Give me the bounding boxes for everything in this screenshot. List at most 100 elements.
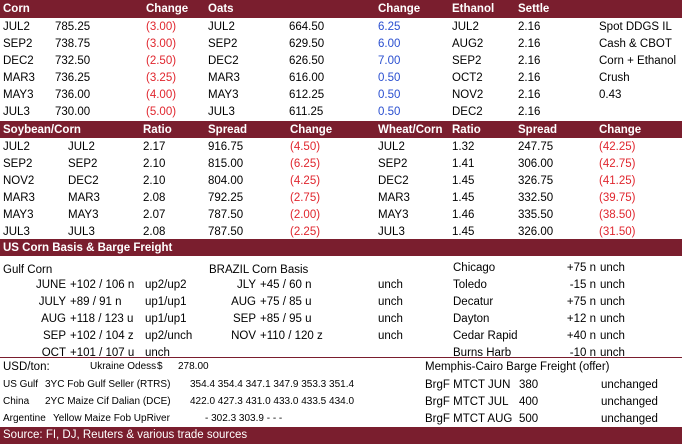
soy-month: NOV2 [3, 175, 35, 187]
basis-header: US Corn Basis & Barge Freight [0, 239, 682, 256]
col-soycorn: Soybean/Corn [3, 124, 81, 136]
divider [0, 357, 682, 358]
oats-change: 6.25 [378, 21, 401, 33]
wheatcorn-change: (42.75) [599, 158, 636, 170]
wheatcorn-change: (39.75) [599, 192, 636, 204]
ukraine-value: 278.00 [178, 361, 209, 372]
col-ethanol: Ethanol [452, 3, 495, 15]
corn-month: SEP2 [68, 158, 98, 170]
ddgs-note: Cash & CBOT [599, 38, 672, 50]
interior-location: Toledo [453, 279, 487, 291]
oats-price: 612.25 [289, 89, 325, 101]
brazil-month: JLY [237, 279, 256, 291]
soycorn-change: (4.25) [290, 175, 321, 187]
basis-title: US Corn Basis & Barge Freight [3, 242, 173, 254]
fob-origin: Argentine [3, 413, 46, 424]
interior-location: Dayton [453, 313, 490, 325]
wheatcorn-ratio: 1.46 [452, 209, 475, 221]
corn-month: JUL3 [3, 106, 30, 118]
wheatcorn-change: (41.25) [599, 175, 636, 187]
wheatcorn-ratio: 1.45 [452, 226, 475, 238]
soycorn-ratio: 2.10 [143, 175, 166, 187]
soycorn-spread: 916.75 [208, 141, 244, 153]
corn-month: DEC2 [68, 175, 99, 187]
wheat-month: JUL3 [378, 226, 405, 238]
brazil-month: NOV [231, 330, 256, 342]
oats-month: MAR3 [208, 72, 240, 84]
brazil-trend: unch [378, 296, 403, 308]
wheatcorn-ratio: 1.32 [452, 141, 475, 153]
col-change2: Change [599, 124, 642, 136]
wheat-month: DEC2 [378, 175, 409, 187]
barge-rate: 400 [519, 396, 539, 408]
corn-change: (3.00) [146, 38, 177, 50]
corn-price: 730.00 [55, 106, 91, 118]
ethanol-month: NOV2 [452, 89, 484, 101]
gulf-trend: up1/up1 [145, 296, 187, 308]
fob-description: Yellow Maize Fob UpRiver [53, 413, 170, 424]
ethanol-settle: 2.16 [518, 38, 541, 50]
wheatcorn-change: (42.25) [599, 141, 636, 153]
col-ratio: Ratio [143, 124, 172, 136]
soy-month: MAR3 [3, 192, 35, 204]
soy-month: JUL3 [3, 226, 30, 238]
corn-change: (2.50) [146, 55, 177, 67]
oats-change: 7.00 [378, 55, 401, 67]
ethanol-settle: 2.16 [518, 89, 541, 101]
gulf-trend: up2/up2 [145, 279, 187, 291]
oats-price: 616.00 [289, 72, 325, 84]
interior-trend: unch [600, 262, 625, 274]
gulf-trend: up1/up1 [145, 313, 187, 325]
col-corn: Corn [3, 3, 30, 15]
corn-month: MAY3 [68, 209, 99, 221]
soycorn-spread: 787.50 [208, 226, 244, 238]
soycorn-change: (2.25) [290, 226, 321, 238]
brazil-month: AUG [231, 296, 256, 308]
ddgs-note: 0.43 [599, 89, 622, 101]
oats-month: SEP2 [208, 38, 238, 50]
ethanol-month: DEC2 [452, 106, 483, 118]
soycorn-ratio: 2.08 [143, 226, 166, 238]
soycorn-spread: 792.25 [208, 192, 244, 204]
interior-trend: unch [600, 279, 625, 291]
brazil-trend: unch [378, 330, 403, 342]
soycorn-ratio: 2.08 [143, 192, 166, 204]
col-oats-change: Change [378, 3, 421, 15]
wheat-month: JUL2 [378, 141, 405, 153]
fob-origin: US Gulf [3, 379, 39, 390]
oats-month: JUL2 [208, 21, 235, 33]
ethanol-month: JUL2 [452, 21, 479, 33]
corn-month: JUL2 [68, 141, 95, 153]
soycorn-spread: 815.00 [208, 158, 244, 170]
oats-price: 664.50 [289, 21, 325, 33]
wheatcorn-change: (38.50) [599, 209, 636, 221]
oats-change: 0.50 [378, 106, 401, 118]
interior-basis: -15 n [569, 279, 596, 291]
barge-trend: unchanged [601, 413, 658, 425]
wheatcorn-ratio: 1.45 [452, 175, 475, 187]
wheatcorn-spread: 247.75 [518, 141, 554, 153]
corn-month: JUL3 [68, 226, 95, 238]
col-corn-change: Change [146, 3, 189, 15]
brazil-month: SEP [232, 313, 256, 325]
oats-change: 0.50 [378, 89, 401, 101]
brazil-basis: +110 / 120 z [260, 330, 323, 342]
oats-month: MAY3 [208, 89, 239, 101]
ukraine-label: Ukraine Odess [90, 361, 157, 372]
brazil-basis: +75 / 85 u [260, 296, 312, 308]
corn-price: 736.00 [55, 89, 91, 101]
oats-change: 0.50 [378, 72, 401, 84]
interior-basis: +75 n [566, 262, 596, 274]
ethanol-settle: 2.16 [518, 55, 541, 67]
wheat-month: SEP2 [378, 158, 408, 170]
oats-month: DEC2 [208, 55, 239, 67]
soycorn-change: (4.50) [290, 141, 321, 153]
interior-location: Chicago [453, 262, 496, 274]
brazil-basis: +45 / 60 n [260, 279, 312, 291]
fob-values: 422.0 427.3 431.0 433.0 433.5 434.0 [190, 396, 355, 407]
fob-values: 354.4 354.4 347.1 347.9 353.3 351.4 [190, 379, 355, 390]
col-ratio2: Ratio [452, 124, 481, 136]
grains-header: Corn Change Oats Change Ethanol Settle [0, 0, 682, 18]
corn-price: 736.25 [55, 72, 91, 84]
gulf-month: SEP [42, 330, 66, 342]
